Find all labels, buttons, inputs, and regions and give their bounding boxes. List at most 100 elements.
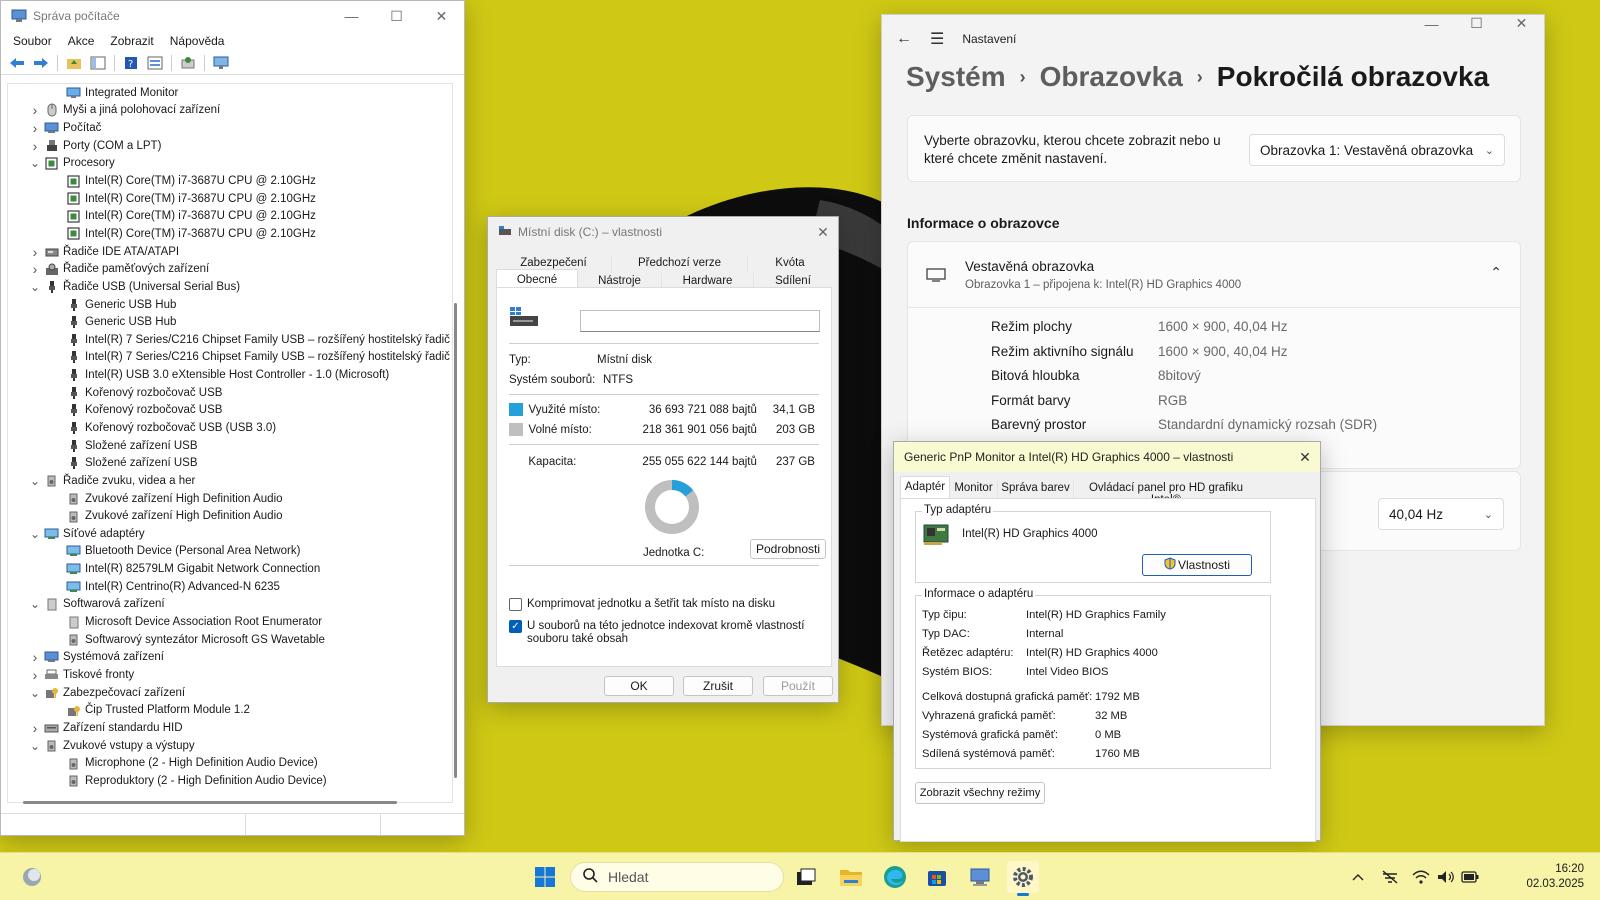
device-tree-item[interactable]: Intel(R) 7 Series/C216 Chipset Family US… bbox=[8, 331, 452, 349]
close-button[interactable]: ✕ bbox=[1290, 442, 1320, 472]
properties-button[interactable]: Vlastnosti bbox=[1142, 554, 1252, 576]
index-checkbox-row[interactable]: ✓ U souborů na této jednotce indexovat k… bbox=[509, 620, 819, 646]
device-tree-item[interactable]: Intel(R) Core(TM) i7-3687U CPU @ 2.10GHz bbox=[8, 225, 452, 243]
help-icon[interactable]: ? bbox=[121, 54, 141, 72]
widgets-icon[interactable] bbox=[16, 861, 48, 893]
chevron-down-icon[interactable]: ⌄ bbox=[28, 597, 42, 611]
file-explorer-icon[interactable] bbox=[835, 861, 867, 893]
clock[interactable]: 16:20 02.03.2025 bbox=[1526, 862, 1584, 892]
microsoft-store-icon[interactable] bbox=[921, 861, 953, 893]
menu-help[interactable]: Nápověda bbox=[162, 34, 233, 48]
chevron-up-icon[interactable] bbox=[1348, 868, 1368, 886]
scan-hardware-icon[interactable] bbox=[178, 54, 198, 72]
breadcrumb-system[interactable]: Systém bbox=[906, 61, 1006, 93]
search-box[interactable]: Hledat bbox=[570, 862, 784, 892]
back-icon[interactable]: ← bbox=[896, 30, 912, 48]
device-tree-item[interactable]: › Myši a jiná polohovací zařízení bbox=[8, 102, 452, 120]
device-tree-item[interactable]: Generic USB Hub bbox=[8, 296, 452, 314]
wifi-icon[interactable] bbox=[1411, 868, 1431, 886]
vertical-scrollbar[interactable] bbox=[452, 83, 458, 803]
device-tree-item[interactable]: ⌄ Síťové adaptéry bbox=[8, 525, 452, 543]
list-all-modes-button[interactable]: Zobrazit všechny režimy bbox=[915, 782, 1045, 804]
menu-action[interactable]: Akce bbox=[60, 34, 103, 48]
device-tree-item[interactable]: ⌄ Softwarová zařízení bbox=[8, 596, 452, 614]
battery-icon[interactable] bbox=[1460, 868, 1480, 886]
device-tree-item[interactable]: Integrated Monitor bbox=[8, 84, 452, 102]
chevron-down-icon[interactable]: ⌄ bbox=[28, 474, 42, 488]
device-tree-item[interactable]: Intel(R) Centrino(R) Advanced-N 6235 bbox=[8, 578, 452, 596]
start-button-icon[interactable] bbox=[529, 861, 561, 893]
device-tree-item[interactable]: Zvukové zařízení High Definition Audio bbox=[8, 507, 452, 525]
device-tree-item[interactable]: ⌄ Procesory bbox=[8, 155, 452, 173]
ok-button[interactable]: OK bbox=[604, 676, 674, 696]
device-tree-item[interactable]: Intel(R) 7 Series/C216 Chipset Family US… bbox=[8, 349, 452, 367]
device-tree-item[interactable]: Intel(R) Core(TM) i7-3687U CPU @ 2.10GHz bbox=[8, 172, 452, 190]
chevron-right-icon[interactable]: › bbox=[28, 120, 42, 136]
device-tree-item[interactable]: Generic USB Hub bbox=[8, 313, 452, 331]
device-tree-item[interactable]: Reproduktory (2 - High Definition Audio … bbox=[8, 772, 452, 790]
menu-view[interactable]: Zobrazit bbox=[102, 34, 161, 48]
horizontal-scrollbar[interactable] bbox=[23, 801, 397, 804]
device-tree-item[interactable]: ⌄ Řadiče zvuku, videa a her bbox=[8, 472, 452, 490]
minimize-button[interactable]: — bbox=[329, 1, 374, 31]
device-tree-item[interactable]: › Počítač bbox=[8, 119, 452, 137]
chevron-down-icon[interactable]: ⌄ bbox=[28, 280, 42, 294]
device-tree-item[interactable]: Softwarový syntezátor Microsoft GS Wavet… bbox=[8, 631, 452, 649]
device-tree-item[interactable]: Zvukové zařízení High Definition Audio bbox=[8, 490, 452, 508]
chevron-right-icon[interactable]: › bbox=[28, 138, 42, 154]
chevron-right-icon[interactable]: › bbox=[28, 720, 42, 736]
forward-arrow-icon[interactable] bbox=[31, 54, 51, 72]
device-tree-item[interactable]: ⌄ Zvukové vstupy a výstupy bbox=[8, 737, 452, 755]
edge-browser-icon[interactable] bbox=[879, 861, 911, 893]
chevron-up-icon[interactable]: ⌃ bbox=[1490, 264, 1502, 281]
chevron-down-icon[interactable]: ⌄ bbox=[28, 739, 42, 753]
device-tree-item[interactable]: Intel(R) USB 3.0 eXtensible Host Control… bbox=[8, 366, 452, 384]
compress-checkbox-row[interactable]: Komprimovat jednotku a šetřit tak místo … bbox=[509, 598, 819, 611]
tab-previous-versions[interactable]: Předchozí verze bbox=[612, 255, 748, 273]
tab-monitor[interactable]: Monitor bbox=[950, 480, 998, 498]
minimize-button[interactable]: — bbox=[1409, 15, 1454, 32]
device-tree-item[interactable]: Intel(R) Core(TM) i7-3687U CPU @ 2.10GHz bbox=[8, 190, 452, 208]
device-tree-item[interactable]: › Tiskové fronty bbox=[8, 666, 452, 684]
show-hide-tree-icon[interactable] bbox=[88, 54, 108, 72]
details-button[interactable]: Podrobnosti bbox=[750, 539, 826, 559]
chevron-right-icon[interactable]: › bbox=[28, 102, 42, 118]
tab-intel-control-panel[interactable]: Ovládací panel pro HD grafiku Intel® bbox=[1074, 480, 1258, 506]
chevron-right-icon[interactable]: › bbox=[28, 261, 42, 277]
computer-management-taskbar-icon[interactable] bbox=[964, 861, 996, 893]
device-tree-item[interactable]: Čip Trusted Platform Module 1.2 bbox=[8, 701, 452, 719]
hamburger-menu-icon[interactable]: ☰ bbox=[930, 29, 944, 49]
device-tree-item[interactable]: Složené zařízení USB bbox=[8, 454, 452, 472]
back-arrow-icon[interactable] bbox=[7, 54, 27, 72]
index-checkbox[interactable]: ✓ bbox=[509, 620, 522, 633]
device-tree-item[interactable]: › Systémová zařízení bbox=[8, 649, 452, 667]
menu-file[interactable]: Soubor bbox=[5, 34, 60, 48]
device-tree-item[interactable]: › Zařízení standardu HID bbox=[8, 719, 452, 737]
chevron-down-icon[interactable]: ⌄ bbox=[28, 686, 42, 700]
device-tree-item[interactable]: Kořenový rozbočovač USB bbox=[8, 384, 452, 402]
display-select-dropdown[interactable]: Obrazovka 1: Vestavěná obrazovka ⌄ bbox=[1249, 134, 1505, 166]
chevron-right-icon[interactable]: › bbox=[28, 244, 42, 260]
device-tree-item[interactable]: Intel(R) 82579LM Gigabit Network Connect… bbox=[8, 560, 452, 578]
device-tree-item[interactable]: Kořenový rozbočovač USB bbox=[8, 402, 452, 420]
maximize-button[interactable]: ☐ bbox=[374, 1, 419, 31]
device-tree-item[interactable]: Složené zařízení USB bbox=[8, 437, 452, 455]
volume-label-input[interactable] bbox=[580, 310, 820, 332]
device-tree-item[interactable]: ⌄ Řadiče USB (Universal Serial Bus) bbox=[8, 278, 452, 296]
tab-adapter[interactable]: Adaptér bbox=[900, 476, 950, 498]
chevron-right-icon[interactable]: › bbox=[28, 649, 42, 665]
up-folder-icon[interactable] bbox=[64, 54, 84, 72]
device-tree-item[interactable]: Bluetooth Device (Personal Area Network) bbox=[8, 543, 452, 561]
chevron-down-icon[interactable]: ⌄ bbox=[28, 527, 42, 541]
cancel-button[interactable]: Zrušit bbox=[683, 676, 753, 696]
tab-quota[interactable]: Kvóta bbox=[748, 255, 832, 273]
device-tree-item[interactable]: ⌄ Zabezpečovací zařízení bbox=[8, 684, 452, 702]
device-tree-item[interactable]: › Řadiče paměťových zařízení bbox=[8, 260, 452, 278]
close-button[interactable]: ✕ bbox=[808, 217, 838, 247]
device-tree-item[interactable]: Microsoft Device Association Root Enumer… bbox=[8, 613, 452, 631]
device-tree-item[interactable]: Kořenový rozbočovač USB (USB 3.0) bbox=[8, 419, 452, 437]
chevron-right-icon[interactable]: › bbox=[28, 667, 42, 683]
network-disconnected-icon[interactable] bbox=[1380, 868, 1400, 886]
chevron-down-icon[interactable]: ⌄ bbox=[28, 156, 42, 170]
device-tree-item[interactable]: › Řadiče IDE ATA/ATAPI bbox=[8, 243, 452, 261]
